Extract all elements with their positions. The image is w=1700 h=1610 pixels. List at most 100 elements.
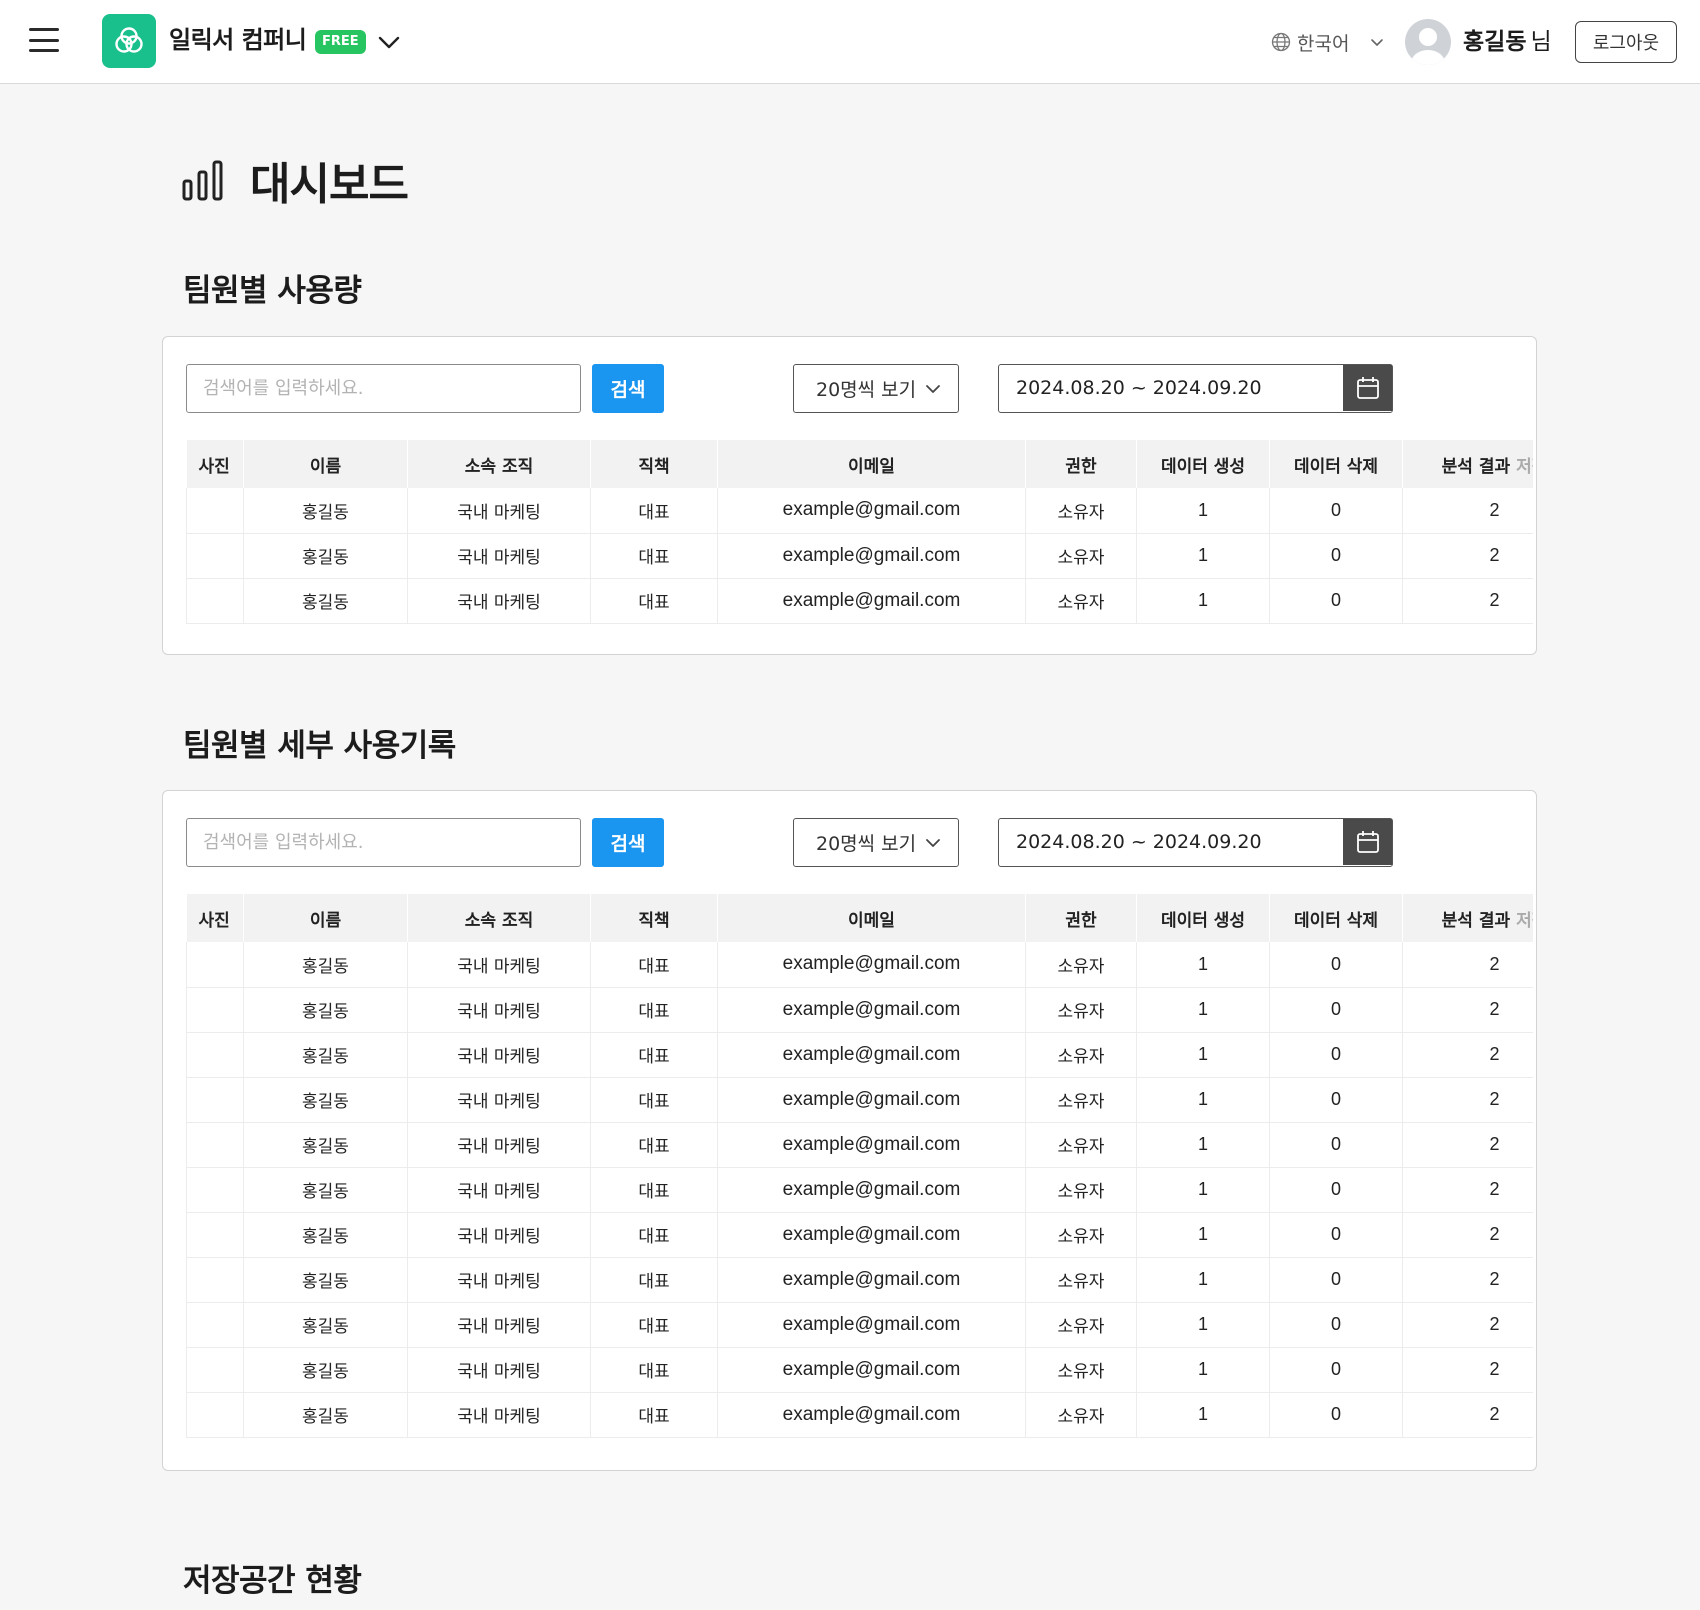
position-cell: 대표 bbox=[590, 987, 718, 1033]
detail-page-size-select[interactable]: 20명씩 보기 bbox=[793, 818, 959, 867]
data-created-cell: 1 bbox=[1136, 533, 1270, 579]
table-row[interactable]: 홍길동 국내 마케팅 대표 example@gmail.com 소유자 1 0 2 bbox=[186, 533, 1533, 579]
column-header: 데이터 생성 bbox=[1136, 894, 1270, 942]
table-row[interactable]: 홍길동 국내 마케팅 대표 example@gmail.com 소유자 1 0 2 bbox=[186, 1032, 1533, 1078]
page-title: 대시보드 bbox=[182, 148, 409, 212]
bar-chart-icon bbox=[182, 160, 223, 201]
position-cell: 대표 bbox=[590, 1167, 718, 1213]
detail-table: 사진이름소속 조직직책이메일권한데이터 생성데이터 삭제분석 결과 저장 홍길동… bbox=[186, 894, 1533, 1438]
organization-cell: 국내 마케팅 bbox=[407, 1392, 591, 1438]
data-created-cell: 1 bbox=[1136, 1257, 1270, 1303]
detail-search-button[interactable]: 검색 bbox=[592, 818, 664, 867]
table-header-row: 사진이름소속 조직직책이메일권한데이터 생성데이터 삭제분석 결과 저장 bbox=[186, 894, 1533, 942]
data-deleted-cell: 0 bbox=[1269, 1077, 1403, 1123]
email-cell: example@gmail.com bbox=[717, 488, 1026, 534]
column-header: 데이터 삭제 bbox=[1269, 440, 1403, 488]
table-row[interactable]: 홍길동 국내 마케팅 대표 example@gmail.com 소유자 1 0 2 bbox=[186, 987, 1533, 1033]
position-cell: 대표 bbox=[590, 1392, 718, 1438]
data-deleted-cell: 0 bbox=[1269, 1392, 1403, 1438]
table-row[interactable]: 홍길동 국내 마케팅 대표 example@gmail.com 소유자 1 0 2 bbox=[186, 578, 1533, 624]
photo-cell bbox=[186, 1347, 244, 1393]
calendar-icon[interactable] bbox=[1343, 819, 1392, 865]
data-deleted-cell: 0 bbox=[1269, 1347, 1403, 1393]
usage-search-input[interactable] bbox=[186, 364, 581, 413]
column-header: 이메일 bbox=[717, 440, 1026, 488]
table-row[interactable]: 홍길동 국내 마케팅 대표 example@gmail.com 소유자 1 0 2 bbox=[186, 1212, 1533, 1258]
app-logo-icon[interactable] bbox=[102, 14, 156, 68]
organization-cell: 국내 마케팅 bbox=[407, 533, 591, 579]
usage-date-range-field[interactable]: 2024.08.20 ~ 2024.09.20 bbox=[998, 364, 1393, 413]
usage-page-size-select[interactable]: 20명씩 보기 bbox=[793, 364, 959, 413]
language-selector[interactable]: 한국어 bbox=[1271, 27, 1385, 57]
photo-cell bbox=[186, 942, 244, 988]
hamburger-menu-icon[interactable] bbox=[29, 28, 59, 52]
name-cell: 홍길동 bbox=[243, 1167, 408, 1213]
logout-button[interactable]: 로그아웃 bbox=[1575, 21, 1677, 63]
data-created-cell: 1 bbox=[1136, 942, 1270, 988]
table-row[interactable]: 홍길동 국내 마케팅 대표 example@gmail.com 소유자 1 0 2 bbox=[186, 488, 1533, 534]
role-cell: 소유자 bbox=[1025, 987, 1137, 1033]
organization-cell: 국내 마케팅 bbox=[407, 1257, 591, 1303]
name-cell: 홍길동 bbox=[243, 578, 408, 624]
email-cell: example@gmail.com bbox=[717, 942, 1026, 988]
organization-cell: 국내 마케팅 bbox=[407, 1212, 591, 1258]
organization-cell: 국내 마케팅 bbox=[407, 1167, 591, 1213]
analysis-saved-cell: 2 bbox=[1402, 987, 1533, 1033]
name-cell: 홍길동 bbox=[243, 488, 408, 534]
usage-card: 검색 20명씩 보기 2024.08.20 ~ 2024.09.20 사진이름소… bbox=[162, 336, 1537, 655]
column-header: 사진 bbox=[186, 894, 244, 942]
position-cell: 대표 bbox=[590, 1257, 718, 1303]
email-cell: example@gmail.com bbox=[717, 987, 1026, 1033]
organization-cell: 국내 마케팅 bbox=[407, 1032, 591, 1078]
table-row[interactable]: 홍길동 국내 마케팅 대표 example@gmail.com 소유자 1 0 2 bbox=[186, 1167, 1533, 1213]
position-cell: 대표 bbox=[590, 578, 718, 624]
name-cell: 홍길동 bbox=[243, 942, 408, 988]
organization-cell: 국내 마케팅 bbox=[407, 987, 591, 1033]
column-header: 데이터 삭제 bbox=[1269, 894, 1403, 942]
role-cell: 소유자 bbox=[1025, 578, 1137, 624]
analysis-saved-cell: 2 bbox=[1402, 578, 1533, 624]
detail-search-input[interactable] bbox=[186, 818, 581, 867]
role-cell: 소유자 bbox=[1025, 533, 1137, 579]
storage-section-title: 저장공간 현황 bbox=[183, 1563, 362, 1599]
photo-cell bbox=[186, 1122, 244, 1168]
photo-cell bbox=[186, 1392, 244, 1438]
chevron-down-icon[interactable] bbox=[377, 30, 401, 54]
role-cell: 소유자 bbox=[1025, 488, 1137, 534]
calendar-icon[interactable] bbox=[1343, 365, 1392, 411]
position-cell: 대표 bbox=[590, 488, 718, 534]
organization-cell: 국내 마케팅 bbox=[407, 942, 591, 988]
table-row[interactable]: 홍길동 국내 마케팅 대표 example@gmail.com 소유자 1 0 2 bbox=[186, 1392, 1533, 1438]
table-row[interactable]: 홍길동 국내 마케팅 대표 example@gmail.com 소유자 1 0 2 bbox=[186, 1122, 1533, 1168]
table-row[interactable]: 홍길동 국내 마케팅 대표 example@gmail.com 소유자 1 0 2 bbox=[186, 1302, 1533, 1348]
column-header-label: 분석 결과 bbox=[1441, 910, 1517, 931]
table-row[interactable]: 홍길동 국내 마케팅 대표 example@gmail.com 소유자 1 0 2 bbox=[186, 942, 1533, 988]
name-cell: 홍길동 bbox=[243, 1032, 408, 1078]
column-header: 소속 조직 bbox=[407, 440, 591, 488]
table-row[interactable]: 홍길동 국내 마케팅 대표 example@gmail.com 소유자 1 0 2 bbox=[186, 1347, 1533, 1393]
usage-search-button[interactable]: 검색 bbox=[592, 364, 664, 413]
user-avatar-icon[interactable] bbox=[1405, 19, 1451, 65]
data-created-cell: 1 bbox=[1136, 578, 1270, 624]
photo-cell bbox=[186, 1257, 244, 1303]
table-row[interactable]: 홍길동 국내 마케팅 대표 example@gmail.com 소유자 1 0 2 bbox=[186, 1077, 1533, 1123]
role-cell: 소유자 bbox=[1025, 1077, 1137, 1123]
column-header: 직책 bbox=[590, 440, 718, 488]
analysis-saved-cell: 2 bbox=[1402, 1077, 1533, 1123]
organization-cell: 국내 마케팅 bbox=[407, 1302, 591, 1348]
analysis-saved-cell: 2 bbox=[1402, 1167, 1533, 1213]
data-deleted-cell: 0 bbox=[1269, 488, 1403, 534]
table-row[interactable]: 홍길동 국내 마케팅 대표 example@gmail.com 소유자 1 0 2 bbox=[186, 1257, 1533, 1303]
organization-cell: 국내 마케팅 bbox=[407, 1077, 591, 1123]
name-cell: 홍길동 bbox=[243, 1347, 408, 1393]
detail-date-range-field[interactable]: 2024.08.20 ~ 2024.09.20 bbox=[998, 818, 1393, 867]
photo-cell bbox=[186, 1077, 244, 1123]
column-header-label: 분석 결과 bbox=[1441, 456, 1517, 477]
position-cell: 대표 bbox=[590, 1122, 718, 1168]
column-header: 이메일 bbox=[717, 894, 1026, 942]
analysis-saved-cell: 2 bbox=[1402, 533, 1533, 579]
data-deleted-cell: 0 bbox=[1269, 1167, 1403, 1213]
photo-cell bbox=[186, 533, 244, 579]
user-honorific: 님 bbox=[1530, 29, 1552, 55]
email-cell: example@gmail.com bbox=[717, 1347, 1026, 1393]
